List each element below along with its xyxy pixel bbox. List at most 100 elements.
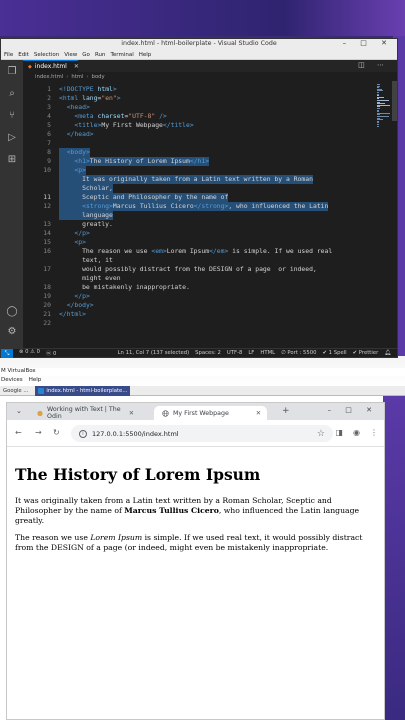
code-line[interactable]: 12 <strong>Marcus Tullius Cicero</strong… bbox=[23, 202, 377, 211]
code-text: be mistakenly inappropriate. bbox=[59, 283, 190, 291]
code-line[interactable]: 15 <p> bbox=[23, 238, 377, 247]
code-line[interactable]: might even bbox=[23, 274, 377, 283]
source-control-icon[interactable]: ⑂ bbox=[6, 110, 18, 122]
menu-terminal[interactable]: Terminal bbox=[110, 52, 133, 58]
code-text: <strong>Marcus Tullius Cicero</strong>, … bbox=[59, 202, 329, 211]
line-number: 21 bbox=[43, 310, 51, 318]
browser-tab-webpage[interactable]: My First Webpage ✕ bbox=[154, 406, 267, 420]
code-line[interactable]: 4 <meta charset="UTF-8" /> bbox=[23, 112, 377, 121]
editor-scrollbar[interactable] bbox=[392, 81, 397, 121]
site-info-icon[interactable]: i bbox=[79, 429, 87, 438]
code-line[interactable]: 21 </html> bbox=[23, 310, 377, 319]
code-line[interactable]: 3 <head> bbox=[23, 103, 377, 112]
line-number: 12 bbox=[43, 202, 51, 210]
editor-actions[interactable]: ◫ ⋯ bbox=[358, 61, 389, 69]
code-text: <!DOCTYPE html> bbox=[59, 85, 117, 93]
more-menu-icon[interactable]: ⋮ bbox=[370, 428, 378, 437]
browser-window-controls[interactable]: – □ ✕ bbox=[328, 406, 378, 414]
code-line[interactable]: text, it bbox=[23, 256, 377, 265]
code-line[interactable]: 19 </p> bbox=[23, 292, 377, 301]
window-controls[interactable]: – □ ✕ bbox=[343, 39, 393, 47]
status-ports[interactable]: ⓦ 0 bbox=[46, 349, 56, 357]
vscode-body: ❐ ⌕ ⑂ ▷ ⊞ ◯ ⚙ ◆ index.html ✕ ◫ ⋯ index.h… bbox=[1, 60, 397, 348]
address-bar[interactable]: i 127.0.0.1:5500/index.html ☆ bbox=[71, 425, 333, 442]
menu-run[interactable]: Run bbox=[95, 52, 106, 58]
minimap[interactable] bbox=[377, 81, 391, 348]
explorer-icon[interactable]: ❐ bbox=[6, 66, 18, 78]
status-spaces[interactable]: Spaces: 2 bbox=[195, 350, 221, 356]
line-number: 14 bbox=[43, 229, 51, 237]
code-line[interactable]: 11 Sceptic and Philosopher by the name o… bbox=[23, 193, 377, 202]
back-arrow-icon[interactable]: ← bbox=[15, 428, 22, 437]
taskbar-item-vscode[interactable]: index.html - html-boilerplate... bbox=[35, 385, 131, 396]
code-line[interactable]: 13 greatly. bbox=[23, 220, 377, 229]
code-line[interactable]: language bbox=[23, 211, 377, 220]
search-icon[interactable]: ⌕ bbox=[6, 88, 18, 100]
code-editor[interactable]: 1 <!DOCTYPE html> 2 <html lang="en"> 3 <head… bbox=[23, 81, 377, 348]
line-number: 8 bbox=[47, 148, 51, 156]
menu-help[interactable]: Help bbox=[139, 52, 152, 58]
close-tab-icon[interactable]: ✕ bbox=[256, 410, 261, 417]
bookmark-star-icon[interactable]: ☆ bbox=[317, 429, 325, 439]
code-text: might even bbox=[59, 274, 121, 282]
code-line[interactable]: It was originally taken from a Latin tex… bbox=[23, 175, 377, 184]
code-line[interactable]: 7 bbox=[23, 139, 377, 148]
breadcrumb-body[interactable]: body bbox=[92, 74, 105, 80]
status-live-server[interactable]: ∅ Port : 5500 bbox=[281, 350, 316, 356]
forward-arrow-icon[interactable]: → bbox=[35, 428, 42, 437]
code-line[interactable]: 22 bbox=[23, 319, 377, 328]
close-tab-icon[interactable]: ✕ bbox=[129, 410, 134, 417]
code-line[interactable]: 1 <!DOCTYPE html> bbox=[23, 85, 377, 94]
code-line[interactable]: 8 <body> bbox=[23, 148, 377, 157]
tab-index-html[interactable]: ◆ index.html ✕ bbox=[23, 60, 79, 72]
code-line[interactable]: 5 <title>My First Webpage</title> bbox=[23, 121, 377, 130]
code-text: would possibly distract from the DESIGN … bbox=[59, 265, 317, 273]
settings-gear-icon[interactable]: ⚙ bbox=[6, 326, 18, 338]
account-icon[interactable]: ◯ bbox=[6, 306, 18, 318]
code-line[interactable]: 16 The reason we use <em>Lorem Ipsum</em… bbox=[23, 247, 377, 256]
code-line[interactable]: 10 <p> bbox=[23, 166, 377, 175]
status-language[interactable]: HTML bbox=[260, 350, 275, 356]
menu-edit[interactable]: Edit bbox=[18, 52, 29, 58]
browser-tab-odin[interactable]: Working with Text | The Odin ✕ bbox=[29, 406, 140, 420]
profile-icon[interactable]: ◉ bbox=[353, 428, 360, 437]
status-spell[interactable]: ✔ 1 Spell bbox=[323, 350, 347, 356]
strong-text: Marcus Tullius Cicero bbox=[124, 506, 219, 515]
code-line[interactable]: 18 be mistakenly inappropriate. bbox=[23, 283, 377, 292]
run-debug-icon[interactable]: ▷ bbox=[6, 132, 18, 144]
notifications-bell-icon[interactable]: 🔔︎ bbox=[384, 350, 391, 356]
code-line[interactable]: 9 <h1>The History of Lorem Ipsum</h1> bbox=[23, 157, 377, 166]
status-problems[interactable]: ⊗ 0 ⚠ 0 bbox=[19, 349, 40, 357]
code-line[interactable]: 14 </p> bbox=[23, 229, 377, 238]
new-tab-plus-icon[interactable]: + bbox=[282, 406, 290, 416]
taskbar-item-chrome[interactable]: Google ... bbox=[0, 386, 31, 396]
side-panel-icon[interactable]: ◨ bbox=[335, 428, 343, 437]
close-tab-icon[interactable]: ✕ bbox=[74, 63, 79, 70]
code-line[interactable]: 2 <html lang="en"> bbox=[23, 94, 377, 103]
menu-file[interactable]: File bbox=[4, 52, 13, 58]
code-text: language bbox=[59, 211, 113, 220]
chevron-right-icon: › bbox=[66, 73, 69, 80]
tab-search-chevron-icon[interactable]: ⌄ bbox=[16, 407, 22, 415]
code-line[interactable]: 6 </head> bbox=[23, 130, 377, 139]
extensions-icon[interactable]: ⊞ bbox=[6, 154, 18, 166]
remote-icon[interactable]: ⤡ bbox=[1, 348, 13, 358]
status-position[interactable]: Ln 11, Col 7 (137 selected) bbox=[118, 350, 190, 356]
code-text: </p> bbox=[74, 229, 90, 237]
menu-go[interactable]: Go bbox=[82, 52, 90, 58]
menu-selection[interactable]: Selection bbox=[34, 52, 59, 58]
code-line[interactable]: 17 would possibly distract from the DESI… bbox=[23, 265, 377, 274]
code-line[interactable]: Scholar, bbox=[23, 184, 377, 193]
status-prettier[interactable]: ✔ Prettier bbox=[353, 350, 379, 356]
code-line[interactable]: 20 </body> bbox=[23, 301, 377, 310]
desktop-background-corner bbox=[383, 395, 405, 720]
menu-view[interactable]: View bbox=[64, 52, 77, 58]
status-encoding[interactable]: UTF-8 bbox=[227, 350, 242, 356]
status-eol[interactable]: LF bbox=[248, 350, 254, 356]
code-text: <meta charset="UTF-8" /> bbox=[74, 112, 167, 120]
reload-icon[interactable]: ↻ bbox=[53, 428, 60, 437]
breadcrumb-html[interactable]: html bbox=[71, 74, 83, 80]
globe-icon bbox=[162, 409, 169, 417]
breadcrumb-file[interactable]: index.html bbox=[35, 74, 63, 80]
code-text: </body> bbox=[66, 301, 94, 309]
